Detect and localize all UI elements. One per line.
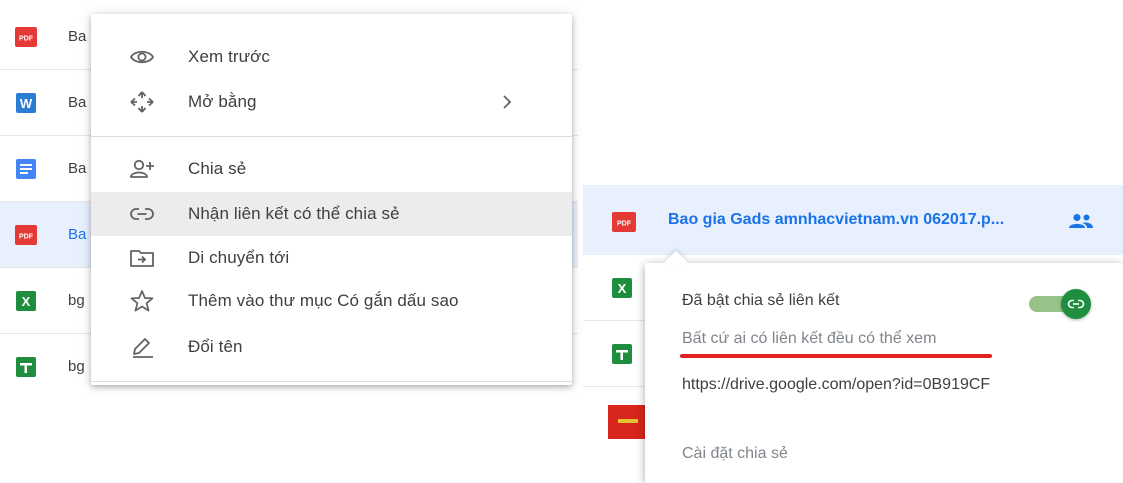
svg-text:W: W <box>20 96 33 111</box>
context-menu: Xem trước Mở bằng Chia sẻ Nhận liên kết … <box>91 14 572 385</box>
menu-item-get-link[interactable]: Nhận liên kết có thể chia sẻ <box>91 192 572 236</box>
link-sharing-toggle[interactable] <box>1029 289 1091 319</box>
excel-icon: X <box>16 291 36 311</box>
excel-icon: X <box>612 278 632 298</box>
word-doc-icon: W <box>16 93 36 113</box>
share-link-popup: Đã bật chia sẻ liên kết Bất cứ ai có liê… <box>645 250 1123 483</box>
link-sharing-status: Đã bật chia sẻ liên kết <box>682 292 840 309</box>
menu-item-move-to[interactable]: Di chuyển tới <box>91 236 572 280</box>
link-icon <box>130 208 154 220</box>
svg-text:X: X <box>22 294 31 309</box>
menu-item-open-with[interactable]: Mở bằng <box>91 80 572 124</box>
selected-file-row[interactable]: PDF Bao gia Gads amnhacvietnam.vn 062017… <box>583 185 1123 255</box>
menu-item-label: Đổi tên <box>188 337 243 356</box>
menu-item-label: Di chuyển tới <box>188 248 290 267</box>
move-arrows-icon <box>130 91 154 113</box>
annotation-underline <box>680 354 992 358</box>
svg-text:PDF: PDF <box>19 36 34 43</box>
menu-item-label: Chia sẻ <box>188 159 247 178</box>
pdf-icon: PDF <box>15 225 37 245</box>
pdf-icon: PDF <box>15 27 37 47</box>
pdf-icon: PDF <box>612 212 636 232</box>
menu-item-share[interactable]: Chia sẻ <box>91 147 572 191</box>
svg-text:PDF: PDF <box>19 234 34 241</box>
google-sheets-icon <box>16 357 36 377</box>
menu-item-label: Xem trước <box>188 47 270 66</box>
google-sheets-icon <box>612 344 632 364</box>
file-name: Ba <box>68 94 87 111</box>
shared-people-icon <box>1069 214 1093 228</box>
file-row[interactable] <box>583 321 645 387</box>
star-icon <box>130 290 154 312</box>
folder-move-icon <box>130 250 154 267</box>
sharing-settings-link[interactable]: Cài đặt chia sẻ <box>682 445 788 463</box>
menu-item-label: Nhận liên kết có thể chia sẻ <box>188 204 400 223</box>
link-icon <box>1067 299 1085 309</box>
add-person-icon <box>130 159 154 178</box>
file-name: Ba <box>68 226 87 243</box>
menu-item-add-star[interactable]: Thêm vào thư mục Có gắn dấu sao <box>91 279 572 323</box>
eye-icon <box>129 50 155 64</box>
menu-item-preview[interactable]: Xem trước <box>91 35 572 79</box>
menu-item-label: Thêm vào thư mục Có gắn dấu sao <box>188 291 459 310</box>
file-thumbnail[interactable] <box>608 405 646 439</box>
file-name: bg <box>68 292 85 309</box>
share-link-view: PDF Bao gia Gads amnhacvietnam.vn 062017… <box>583 185 1123 483</box>
link-access-dropdown[interactable]: Bất cứ ai có liên kết đều có thể xem <box>682 330 936 348</box>
menu-item-label: Mở bằng <box>188 92 257 111</box>
chevron-right-icon <box>503 95 512 109</box>
file-name: Bao gia Gads amnhacvietnam.vn 062017.p..… <box>668 211 1005 228</box>
menu-divider <box>91 381 572 382</box>
file-row[interactable]: X <box>583 255 645 321</box>
file-name: Ba <box>68 160 87 177</box>
menu-item-rename[interactable]: Đổi tên <box>91 325 572 369</box>
svg-text:PDF: PDF <box>617 221 632 228</box>
menu-divider <box>91 136 572 137</box>
file-name: bg <box>68 358 85 375</box>
file-name: Ba <box>68 28 87 45</box>
share-link-url[interactable]: https://drive.google.com/open?id=0B919CF <box>682 376 990 394</box>
pencil-icon <box>133 338 153 358</box>
google-docs-icon <box>16 159 36 179</box>
svg-text:X: X <box>618 281 627 296</box>
